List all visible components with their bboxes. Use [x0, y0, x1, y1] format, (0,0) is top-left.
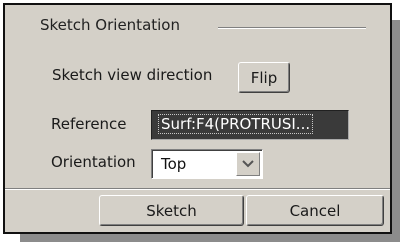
- orientation-value: Top: [161, 155, 187, 173]
- flip-button[interactable]: Flip: [238, 62, 290, 93]
- chevron-down-icon: [242, 160, 254, 168]
- reference-label: Reference: [51, 115, 127, 133]
- sketch-button-label: Sketch: [146, 201, 197, 220]
- reference-field[interactable]: Surf:F4(PROTRUSI...: [151, 110, 349, 140]
- dropdown-button[interactable]: [236, 152, 260, 176]
- group-title: Sketch Orientation: [40, 16, 180, 34]
- cancel-button[interactable]: Cancel: [246, 195, 384, 226]
- cancel-button-label: Cancel: [289, 201, 341, 220]
- reference-value: Surf:F4(PROTRUSI...: [157, 114, 314, 134]
- flip-button-label: Flip: [250, 68, 278, 87]
- group-divider: [218, 27, 366, 29]
- view-direction-label: Sketch view direction: [52, 66, 213, 84]
- orientation-select[interactable]: Top: [151, 149, 263, 179]
- sketch-orientation-dialog: Sketch Orientation Sketch view direction…: [3, 3, 392, 234]
- orientation-label: Orientation: [51, 153, 136, 171]
- sketch-button[interactable]: Sketch: [99, 195, 244, 226]
- button-separator: [5, 188, 390, 190]
